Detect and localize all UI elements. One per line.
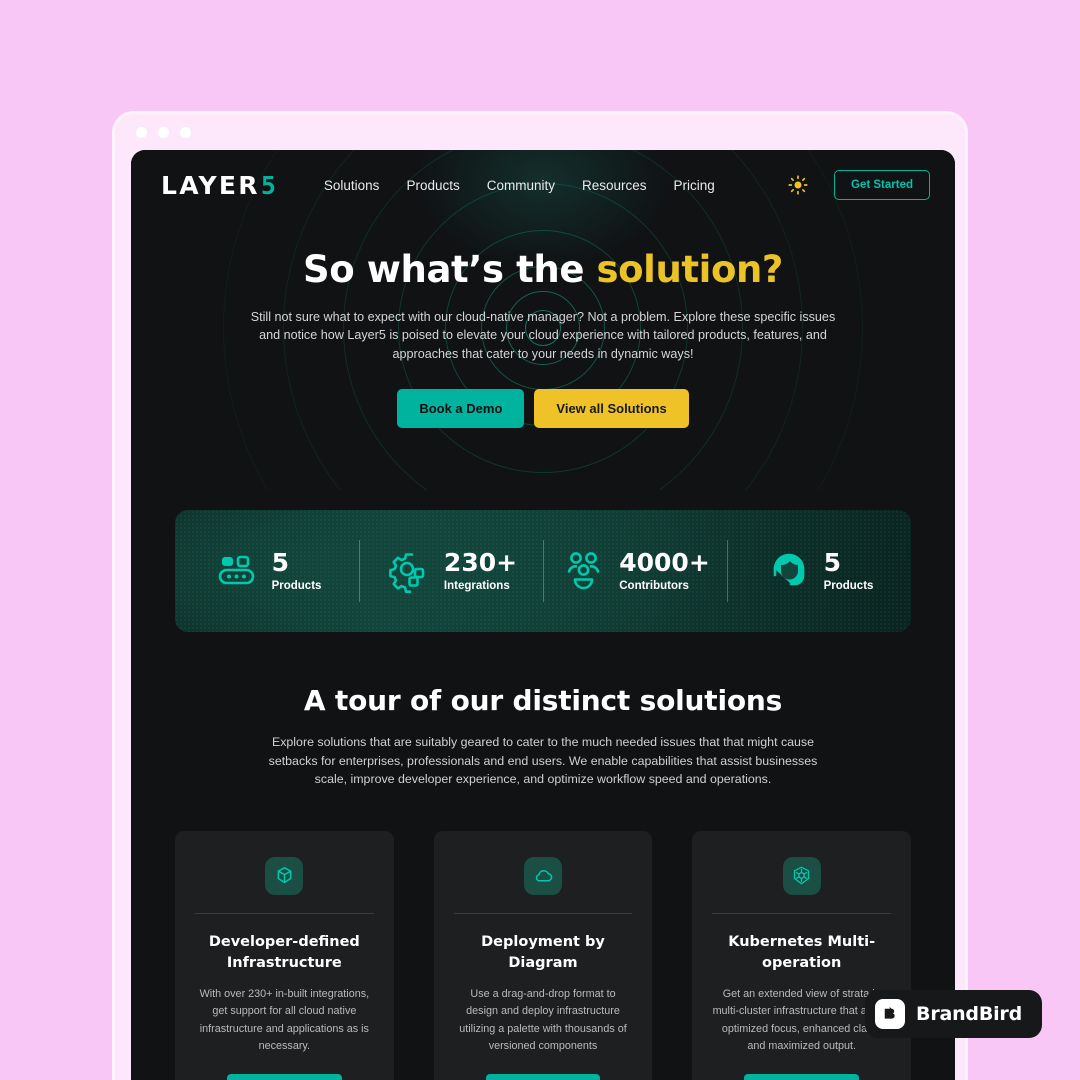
stats-bar: 5 Products 230+ Integrations 4000+ Contr… — [175, 510, 911, 632]
support-agent-icon — [765, 545, 813, 598]
card-divider — [453, 912, 633, 914]
contributors-people-icon — [560, 545, 608, 598]
hero-content: So what’s the solution? Still not sure w… — [131, 220, 955, 428]
get-started-button[interactable]: Get Started — [834, 170, 930, 200]
stat-label: Contributors — [619, 580, 689, 593]
cube-icon — [265, 856, 304, 895]
logo-five-glyph: 5 — [260, 170, 276, 200]
solution-card-deployment-by-diagram[interactable]: Deployment by Diagram Use a drag-and-dro… — [433, 830, 653, 1080]
stat-value: 5 — [271, 547, 289, 577]
nav-item-products[interactable]: Products — [406, 178, 459, 193]
stat-value: 4000+ — [619, 547, 710, 577]
view-all-solutions-button[interactable]: View all Solutions — [534, 388, 689, 428]
card-title: Kubernetes Multi-operation — [728, 933, 876, 971]
card-description: With over 230+ in-built integrations, ge… — [199, 987, 370, 1053]
browser-window-mockup: LAYER 5 Solutions Products Community Reso… — [112, 111, 968, 1080]
explore-now-button[interactable]: Explore Now — [227, 1073, 342, 1080]
hero-title-accent: solution? — [596, 248, 784, 291]
stat-label: Products — [823, 580, 874, 593]
tour-title: A tour of our distinct solutions — [303, 684, 783, 717]
tour-subtitle: Explore solutions that are suitably gear… — [268, 735, 818, 787]
card-title: Developer-defined Infrastructure — [208, 933, 360, 971]
stat-products: 5 Products — [175, 545, 359, 598]
stats-section: 5 Products 230+ Integrations 4000+ Contr… — [131, 490, 955, 632]
browser-titlebar — [115, 114, 965, 150]
solution-cards: Developer-defined Infrastructure With ov… — [131, 830, 955, 1080]
sun-icon[interactable] — [788, 175, 808, 195]
hero-title-plain: So what’s the — [303, 248, 597, 291]
kubernetes-icon — [782, 856, 821, 895]
integrations-gear-icon — [385, 545, 433, 598]
stat-support: 5 Products — [727, 545, 911, 598]
nav-actions: Get Started — [788, 170, 930, 200]
logo-wordmark: LAYER — [161, 170, 260, 200]
brandbird-logo-icon — [875, 999, 906, 1029]
brandbird-label: BrandBird — [916, 1003, 1022, 1025]
layer5-logo[interactable]: LAYER 5 — [161, 171, 276, 200]
solution-card-developer-defined-infrastructure[interactable]: Developer-defined Infrastructure With ov… — [175, 830, 394, 1080]
nav-item-resources[interactable]: Resources — [582, 178, 647, 193]
nav-links: Solutions Products Community Resources P… — [324, 178, 715, 193]
tour-section: A tour of our distinct solutions Explore… — [131, 632, 955, 789]
hero-title: So what’s the solution? — [131, 248, 955, 291]
nav-item-pricing[interactable]: Pricing — [674, 178, 715, 193]
hero-buttons: Book a Demo View all Solutions — [131, 388, 955, 428]
stat-contributors: 4000+ Contributors — [543, 545, 727, 598]
main-navigation: LAYER 5 Solutions Products Community Reso… — [131, 150, 955, 220]
stat-label: Products — [271, 580, 322, 593]
stat-value: 230+ — [443, 547, 518, 577]
card-title: Deployment by Diagram — [481, 933, 605, 971]
card-description: Use a drag-and-drop format to design and… — [459, 987, 627, 1053]
cloud-icon — [524, 856, 562, 895]
stat-value: 5 — [823, 547, 841, 577]
hero-section: LAYER 5 Solutions Products Community Reso… — [131, 150, 955, 490]
minimize-dot[interactable] — [158, 126, 169, 138]
website-viewport: LAYER 5 Solutions Products Community Reso… — [131, 150, 955, 1080]
nav-item-community[interactable]: Community — [487, 178, 555, 193]
hero-subtitle: Still not sure what to expect with our c… — [250, 310, 836, 361]
book-a-demo-button[interactable]: Book a Demo — [397, 388, 525, 428]
products-conveyor-icon — [213, 545, 261, 598]
brandbird-watermark[interactable]: BrandBird — [865, 990, 1042, 1038]
solution-card-kubernetes-multi-operation[interactable]: Kubernetes Multi-operation Get an extend… — [692, 830, 912, 1080]
card-divider — [195, 912, 374, 914]
card-divider — [712, 912, 892, 914]
stat-integrations: 230+ Integrations — [359, 545, 543, 598]
explore-now-button[interactable]: Explore Now — [744, 1073, 859, 1080]
close-dot[interactable] — [136, 126, 147, 138]
nav-item-solutions[interactable]: Solutions — [324, 178, 380, 193]
explore-now-button[interactable]: Explore Now — [485, 1073, 601, 1080]
maximize-dot[interactable] — [180, 126, 191, 138]
stat-label: Integrations — [443, 580, 510, 593]
